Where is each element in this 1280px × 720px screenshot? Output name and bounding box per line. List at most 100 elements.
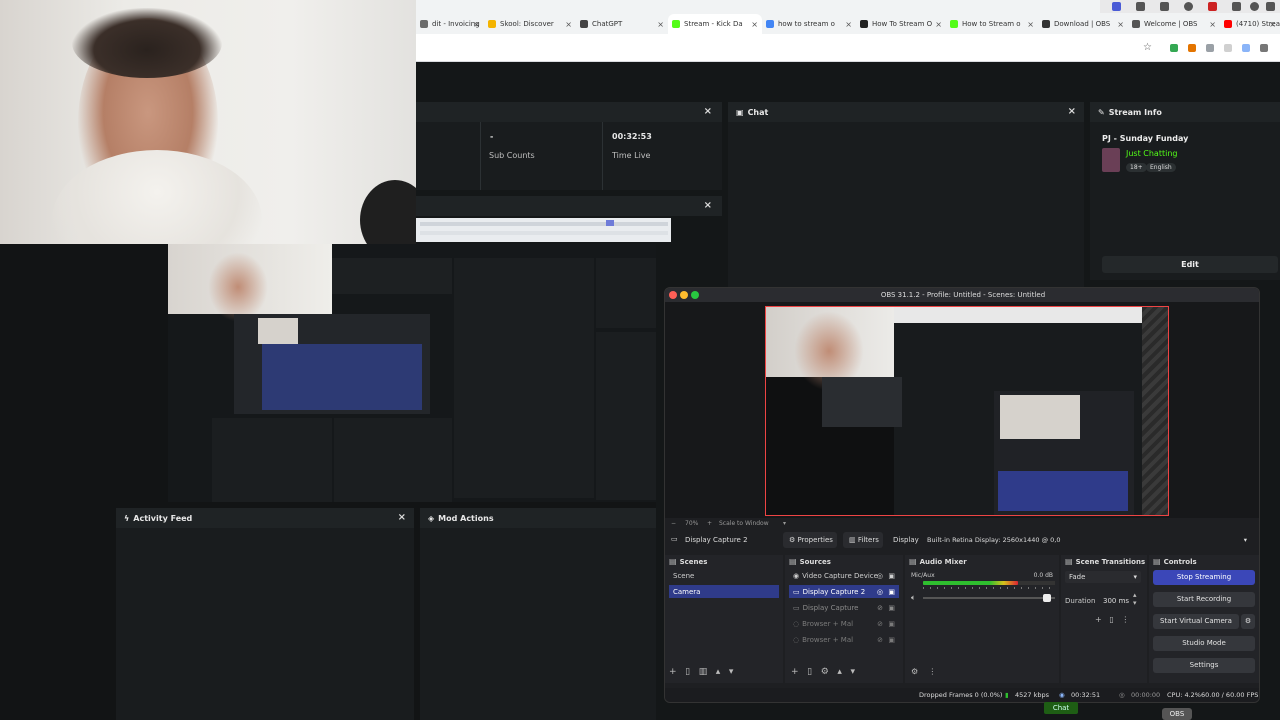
scene-item[interactable]: Scene: [669, 569, 779, 582]
source-item[interactable]: ◉ Video Capture Device ◎ ▣: [789, 569, 899, 582]
app-icon[interactable]: [1184, 2, 1193, 11]
close-tab-icon[interactable]: ×: [1209, 20, 1216, 29]
close-tab-icon[interactable]: ×: [845, 20, 852, 29]
edit-button[interactable]: Edit: [1102, 256, 1278, 273]
eye-hidden-icon[interactable]: ⊘: [877, 604, 883, 612]
start-recording-button[interactable]: Start Recording: [1153, 592, 1255, 607]
browser-tab[interactable]: ChatGPT ×: [576, 14, 668, 34]
close-icon[interactable]: ×: [704, 106, 712, 117]
add-icon[interactable]: +: [669, 667, 677, 677]
close-tab-icon[interactable]: ×: [1269, 20, 1276, 29]
volume-slider-track[interactable]: [923, 597, 1055, 599]
maximize-window-icon[interactable]: [691, 291, 699, 299]
volume-icon[interactable]: 🔈︎: [911, 593, 916, 603]
close-tab-icon[interactable]: ×: [1117, 20, 1124, 29]
studio-mode-button[interactable]: Studio Mode: [1153, 636, 1255, 651]
chevron-up-icon[interactable]: ▴: [837, 667, 842, 677]
lock-icon[interactable]: ▣: [888, 620, 895, 628]
close-tab-icon[interactable]: ×: [935, 20, 942, 29]
extension-icon[interactable]: [1206, 44, 1214, 52]
trash-icon[interactable]: ▯: [685, 667, 690, 677]
extension-icon[interactable]: [1242, 44, 1250, 52]
gear-icon[interactable]: ⚙: [911, 667, 918, 676]
filter-icon[interactable]: ▥: [699, 667, 708, 677]
add-icon[interactable]: +: [1095, 615, 1102, 624]
browser-tab[interactable]: How To Stream O ×: [856, 14, 946, 34]
close-tab-icon[interactable]: ×: [473, 20, 480, 29]
browser-tab[interactable]: how to stream o ×: [762, 14, 856, 34]
gear-icon[interactable]: ⚙: [821, 667, 829, 677]
app-icon[interactable]: [1112, 2, 1121, 11]
close-tab-icon[interactable]: ×: [657, 20, 664, 29]
profile-avatar-icon[interactable]: [1260, 44, 1268, 52]
source-item[interactable]: ▭ Display Capture ⊘ ▣: [789, 601, 899, 614]
control-center-icon[interactable]: [1266, 2, 1275, 11]
close-tab-icon[interactable]: ×: [1027, 20, 1034, 29]
eye-hidden-icon[interactable]: ⊘: [877, 636, 883, 644]
stop-streaming-button[interactable]: Stop Streaming: [1153, 570, 1255, 585]
extension-icon[interactable]: [1170, 44, 1178, 52]
lock-icon[interactable]: ▣: [888, 604, 895, 612]
search-icon[interactable]: [1250, 2, 1259, 11]
zoom-out-button[interactable]: −: [671, 520, 676, 527]
browser-tab[interactable]: How to Stream o ×: [946, 14, 1038, 34]
stream-category[interactable]: Just Chatting: [1126, 149, 1177, 158]
close-icon[interactable]: ×: [1068, 106, 1076, 117]
close-window-icon[interactable]: [669, 291, 677, 299]
browser-tab[interactable]: Download | OBS ×: [1038, 14, 1128, 34]
minimize-window-icon[interactable]: [680, 291, 688, 299]
start-virtual-camera-button[interactable]: Start Virtual Camera: [1153, 614, 1239, 629]
eye-icon[interactable]: ◎: [877, 588, 883, 596]
trash-icon[interactable]: ▯: [1109, 615, 1113, 624]
close-icon[interactable]: ×: [398, 512, 406, 523]
close-tab-icon[interactable]: ×: [751, 20, 758, 29]
bookmark-star-icon[interactable]: ☆: [1143, 42, 1152, 53]
volume-slider-handle[interactable]: [1043, 594, 1051, 602]
browser-tab[interactable]: (4710) Stream×: [1220, 14, 1280, 34]
duration-input[interactable]: 300 ms: [1103, 597, 1129, 605]
source-item-selected[interactable]: ▭ Display Capture 2 ◎ ▣: [789, 585, 899, 598]
source-item[interactable]: ◌ Browser + Mal ⊘ ▣: [789, 617, 899, 630]
dock-app-label[interactable]: OBS: [1162, 708, 1192, 720]
more-icon[interactable]: ⋮: [928, 667, 936, 676]
add-icon[interactable]: +: [791, 667, 799, 677]
lock-icon[interactable]: ▣: [888, 588, 895, 596]
chevron-down-icon[interactable]: ▾: [729, 667, 734, 677]
wifi-icon[interactable]: [1232, 2, 1241, 11]
browser-tab[interactable]: Skool: Discover ×: [484, 14, 576, 34]
properties-button[interactable]: ⚙ Properties: [783, 532, 837, 548]
stepper-down-icon[interactable]: ▾: [1133, 599, 1137, 607]
lock-icon[interactable]: ▣: [888, 636, 895, 644]
filters-button[interactable]: ▥ Filters: [843, 532, 883, 548]
more-icon[interactable]: ⋮: [1121, 615, 1129, 624]
chevron-up-icon[interactable]: ▴: [716, 667, 721, 677]
app-icon[interactable]: [1136, 2, 1145, 11]
chat-button[interactable]: Chat: [1044, 702, 1078, 714]
chevron-down-icon[interactable]: ▾: [850, 667, 855, 677]
eye-hidden-icon[interactable]: ⊘: [877, 620, 883, 628]
settings-button[interactable]: Settings: [1153, 658, 1255, 673]
stepper-up-icon[interactable]: ▴: [1133, 591, 1137, 599]
source-item[interactable]: ◌ Browser + Mal ⊘ ▣: [789, 633, 899, 646]
display-select[interactable]: Built-in Retina Display: 2560x1440 @ 0,0…: [923, 532, 1253, 548]
scale-to-window-label[interactable]: Scale to Window: [719, 520, 769, 527]
browser-tab[interactable]: Stream - Kick Da ×: [668, 14, 762, 34]
eye-icon[interactable]: ◎: [877, 572, 883, 580]
close-icon[interactable]: ×: [704, 200, 712, 211]
browser-tab[interactable]: dit - Invoicing ×: [416, 14, 484, 34]
obs-preview-area[interactable]: [665, 302, 1259, 518]
app-icon[interactable]: [1160, 2, 1169, 11]
trash-icon[interactable]: ▯: [807, 667, 812, 677]
preview-canvas[interactable]: [765, 306, 1169, 516]
browser-tab[interactable]: Welcome | OBS ×: [1128, 14, 1220, 34]
close-tab-icon[interactable]: ×: [565, 20, 572, 29]
extension-icon[interactable]: [1224, 44, 1232, 52]
chevron-down-icon[interactable]: ▾: [783, 520, 786, 527]
extension-icon[interactable]: [1188, 44, 1196, 52]
record-icon[interactable]: [1208, 2, 1217, 11]
virtual-camera-settings-icon[interactable]: ⚙: [1241, 614, 1255, 629]
address-bar[interactable]: ☆: [416, 34, 1280, 62]
zoom-in-button[interactable]: +: [707, 520, 712, 527]
lock-icon[interactable]: ▣: [888, 572, 895, 580]
scene-item-selected[interactable]: Camera: [669, 585, 779, 598]
